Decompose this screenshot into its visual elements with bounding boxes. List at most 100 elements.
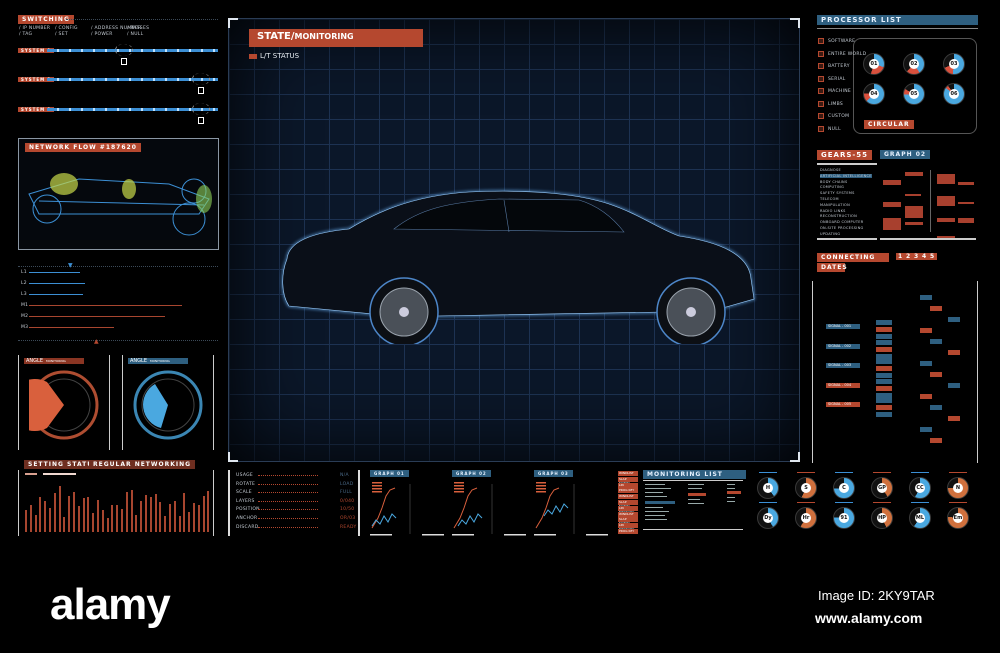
circular-gauge[interactable]: 91 <box>833 507 855 529</box>
processor-checkbox[interactable] <box>818 100 824 107</box>
circular-label[interactable]: CIRCULAR <box>864 120 914 129</box>
signal-child[interactable] <box>876 359 892 364</box>
processor-checkbox[interactable] <box>818 125 824 132</box>
page-button[interactable]: 5 <box>928 253 938 260</box>
side-button[interactable]: SLAP MONEY <box>618 517 638 525</box>
processor-checkbox[interactable] <box>818 88 824 94</box>
param-value: 0/040 <box>340 498 355 504</box>
processor-circle[interactable]: 04 <box>863 83 885 105</box>
signal-child[interactable] <box>876 339 892 345</box>
signal-leaf[interactable] <box>948 350 960 355</box>
signal-child[interactable] <box>876 320 892 325</box>
processor-checkbox[interactable] <box>818 75 824 82</box>
side-button[interactable]: LIN NETWORK <box>618 505 638 514</box>
signal-child[interactable] <box>876 398 892 403</box>
slider-handle[interactable] <box>191 73 210 85</box>
lock-icon <box>197 87 204 94</box>
slider-handle[interactable] <box>114 44 133 56</box>
signal-leaf[interactable] <box>920 295 932 300</box>
side-button[interactable]: LIN NETWORK <box>618 482 638 491</box>
processor-circle[interactable]: 03 <box>943 53 965 75</box>
signal-child[interactable] <box>876 392 892 398</box>
gears-item[interactable]: RECONSTRUCTION <box>820 214 857 218</box>
signal-node[interactable]: SIGNAL - 001 <box>826 324 860 329</box>
signal-child[interactable] <box>876 378 892 384</box>
processor-checkbox[interactable] <box>818 113 824 119</box>
gears-item[interactable]: BODY CHAINS <box>820 180 848 184</box>
signal-child[interactable] <box>876 346 892 352</box>
side-button[interactable]: WINDLIST <box>618 471 638 476</box>
signal-leaf[interactable] <box>920 427 932 432</box>
side-button[interactable]: WINDLIST <box>618 511 638 517</box>
gears-item[interactable]: ARTIFICIAL INTELLIGENCE <box>820 173 872 178</box>
circular-gauge[interactable]: Hr <box>795 507 817 529</box>
circular-gauge[interactable]: ML <box>909 507 931 529</box>
legend-item: / POWER <box>91 32 113 37</box>
processor-checkbox[interactable] <box>818 63 824 69</box>
circular-gauge[interactable]: Dy <box>757 507 779 529</box>
processor-checkbox[interactable] <box>818 38 824 44</box>
side-button[interactable]: WINDLIST <box>618 494 638 500</box>
gears-item[interactable]: ON-SITE PROCESSING <box>820 226 864 230</box>
signal-child[interactable] <box>876 334 892 339</box>
signal-leaf[interactable] <box>948 383 960 388</box>
signal-child[interactable] <box>876 385 892 391</box>
signal-child[interactable] <box>876 412 892 417</box>
side-button[interactable]: SLAP MONEY <box>618 476 638 485</box>
signal-leaf[interactable] <box>920 394 932 399</box>
signal-child[interactable] <box>876 353 892 359</box>
signal-node[interactable]: SIGNAL - 005 <box>826 402 860 407</box>
processor-circle[interactable]: 06 <box>943 83 965 105</box>
signal-leaf[interactable] <box>930 306 942 311</box>
param-value: OR/03 <box>340 516 356 521</box>
circular-gauge[interactable]: HP <box>871 507 893 529</box>
car-model[interactable] <box>279 184 759 344</box>
processor-circle[interactable]: 02 <box>903 53 925 75</box>
param-leader <box>258 518 318 519</box>
gears-item[interactable]: SAFETY SYSTEMS <box>820 191 855 195</box>
signal-child[interactable] <box>876 405 892 410</box>
signal-leaf[interactable] <box>948 317 960 322</box>
gears-item[interactable]: DIAGNOSE <box>820 168 841 172</box>
signal-child[interactable] <box>876 366 892 371</box>
monitoring-viewport[interactable]: STATE/MONITORING L/T STATUS <box>228 18 800 462</box>
circular-label: Hr <box>801 513 811 523</box>
signal-leaf[interactable] <box>920 328 932 333</box>
signal-child[interactable] <box>876 327 892 332</box>
angle-title: ANGLE MONITORING <box>24 358 84 364</box>
processor-circle[interactable]: 05 <box>903 83 925 105</box>
gears-item[interactable]: COMPUTING <box>820 185 844 189</box>
circular-gauge[interactable]: C <box>833 477 855 499</box>
circular-gauge[interactable]: GP <box>871 477 893 499</box>
signal-leaf[interactable] <box>920 361 932 366</box>
circular-gauge[interactable]: CC <box>909 477 931 499</box>
signal-leaf[interactable] <box>930 405 942 410</box>
signal-node[interactable]: SIGNAL - 004 <box>826 382 860 388</box>
circular-gauge[interactable]: N <box>947 477 969 499</box>
signal-leaf[interactable] <box>930 438 942 443</box>
gears-item[interactable]: ONBOARD COMPUTER <box>820 220 864 224</box>
signal-leaf[interactable] <box>948 416 960 421</box>
gears-item[interactable]: MANIPULATION <box>820 203 850 207</box>
circular-gauge[interactable]: H <box>757 477 779 499</box>
slider-handle[interactable] <box>191 103 210 115</box>
side-button[interactable]: LIN NETWORK <box>618 523 638 531</box>
circular-label: C <box>839 483 849 493</box>
side-button[interactable]: SLAP MONEY <box>618 500 638 508</box>
signal-leaf[interactable] <box>930 372 942 377</box>
gears-item[interactable]: TELECOM <box>820 197 839 201</box>
signal-child[interactable] <box>876 373 892 378</box>
circular-gauge[interactable]: Em <box>947 507 969 529</box>
gears-item[interactable]: UPDATING <box>820 232 840 236</box>
signal-node[interactable]: SIGNAL - 002 <box>826 343 860 349</box>
param-value: 10/50 <box>340 507 355 513</box>
side-button[interactable]: PROG KEY <box>618 529 638 534</box>
gears-item[interactable]: RADIO LINKS <box>820 209 846 213</box>
circular-gauge[interactable]: S <box>795 477 817 499</box>
signal-node[interactable]: SIGNAL - 003 <box>826 363 860 368</box>
side-button[interactable]: PROG KEY <box>618 488 638 494</box>
processor-circle[interactable]: 01 <box>863 53 885 75</box>
angle-dial <box>8 370 99 440</box>
signal-leaf[interactable] <box>930 339 942 344</box>
processor-checkbox[interactable] <box>818 50 824 57</box>
